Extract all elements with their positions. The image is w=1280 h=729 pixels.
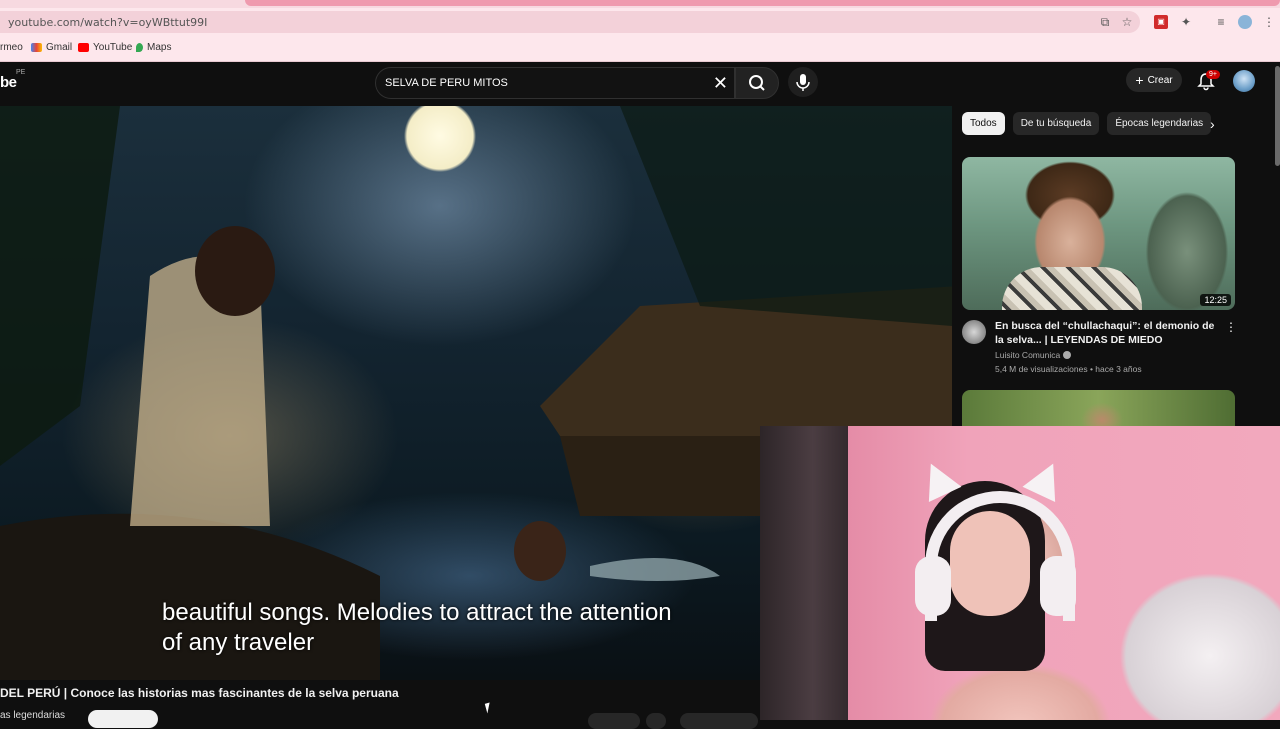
subtitle-line: of any traveler (162, 629, 315, 656)
notification-badge: 9+ (1206, 70, 1220, 79)
thumbnail-art (1002, 267, 1142, 310)
bookmark-label: YouTube (93, 42, 133, 53)
microphone-icon (796, 74, 810, 91)
verified-icon (1063, 351, 1072, 359)
more-options-icon[interactable]: ⋮ (1225, 320, 1237, 334)
url-text[interactable]: youtube.com/watch?v=oyWBttut99I (8, 16, 207, 29)
channel-name[interactable]: as legendarias (0, 710, 65, 721)
youtube-header: be PE SELVA DE PERU MITOS ✕ + Crear 9+ (0, 62, 1280, 106)
pdf-extension-icon[interactable]: ▣ (1154, 15, 1168, 29)
bookmark-maps[interactable]: Maps (136, 42, 171, 53)
video-duration: 12:25 (1200, 294, 1231, 306)
bookmark-label: rmeo (0, 42, 23, 53)
active-tab[interactable] (245, 0, 1280, 6)
youtube-icon (78, 43, 89, 52)
video-title: DEL PERÚ | Conoce las historias mas fasc… (0, 686, 399, 700)
bookmark-label: Maps (147, 42, 172, 53)
bookmark-gmail[interactable]: Gmail (31, 42, 72, 53)
menu-icon[interactable]: ⋮ (1262, 15, 1276, 29)
address-bar: youtube.com/watch?v=oyWBttut99I ⧉ ☆ ▣ ✦ … (0, 8, 1280, 36)
share-button[interactable] (680, 713, 758, 729)
filter-chips: Todos De tu búsqueda Épocas legendarias (962, 112, 1212, 136)
extensions-icon[interactable]: ✦ (1179, 15, 1193, 29)
recommendation-thumbnail[interactable] (962, 390, 1235, 430)
bookmarks-bar: rmeo Gmail YouTube Maps (0, 36, 1280, 62)
media-controls-icon[interactable]: ≡ (1214, 15, 1228, 29)
subtitle-line: beautiful songs. Melodies to attract the… (162, 599, 672, 626)
recommendation-thumbnail[interactable]: 12:25 (962, 157, 1235, 310)
search-button[interactable] (735, 67, 779, 99)
bookmark-label: Gmail (46, 42, 73, 53)
youtube-logo[interactable]: be (0, 74, 17, 91)
wardrobe (760, 426, 848, 720)
url-field[interactable]: youtube.com/watch?v=oyWBttut99I (0, 11, 1140, 33)
cat-ear-right (1022, 455, 1070, 503)
headset-cup-left (915, 556, 951, 616)
like-button[interactable] (588, 713, 640, 729)
chip-legendary[interactable]: Épocas legendarias (1107, 112, 1212, 135)
profile-icon[interactable] (1238, 15, 1252, 29)
country-code: PE (16, 69, 26, 76)
search-box[interactable]: SELVA DE PERU MITOS ✕ (375, 67, 735, 99)
chip-todos[interactable]: Todos (962, 112, 1005, 135)
page-scrollbar[interactable] (1275, 66, 1280, 166)
bookmark-star-icon[interactable]: ☆ (1120, 15, 1134, 29)
dislike-button[interactable] (646, 713, 666, 729)
recommendation-title[interactable]: En busca del “chullachaqui”: el demonio … (995, 319, 1220, 347)
chip-search[interactable]: De tu búsqueda (1012, 112, 1100, 135)
search-input[interactable]: SELVA DE PERU MITOS (385, 77, 508, 89)
clear-search-icon[interactable]: ✕ (713, 72, 728, 94)
recommendation-stats: 5,4 M de visualizaciones • hace 3 años (995, 364, 1142, 374)
create-label: Crear (1147, 74, 1173, 86)
plus-icon: + (1135, 72, 1144, 88)
channel-avatar[interactable] (962, 320, 986, 344)
headset-cup-right (1040, 556, 1076, 616)
webcam-overlay (760, 426, 1280, 720)
video-actions-row: as legendarias (0, 708, 760, 729)
bookmark-youtube[interactable]: YouTube (78, 42, 132, 53)
chevron-right-icon[interactable]: › (1210, 116, 1215, 132)
maps-icon (136, 43, 143, 52)
account-avatar[interactable] (1233, 70, 1255, 92)
video-subtitles: beautiful songs. Melodies to attract the… (162, 598, 672, 658)
voice-search-button[interactable] (788, 67, 818, 97)
channel-label: Luisito Comunica (995, 350, 1061, 360)
search-icon (749, 75, 765, 91)
subscribe-button[interactable] (88, 710, 158, 728)
create-button[interactable]: + Crear (1126, 68, 1182, 92)
bookmark-item[interactable]: rmeo (0, 42, 23, 53)
install-icon[interactable]: ⧉ (1098, 15, 1112, 29)
gmail-icon (31, 43, 42, 52)
recommendation-channel[interactable]: Luisito Comunica (995, 350, 1072, 360)
